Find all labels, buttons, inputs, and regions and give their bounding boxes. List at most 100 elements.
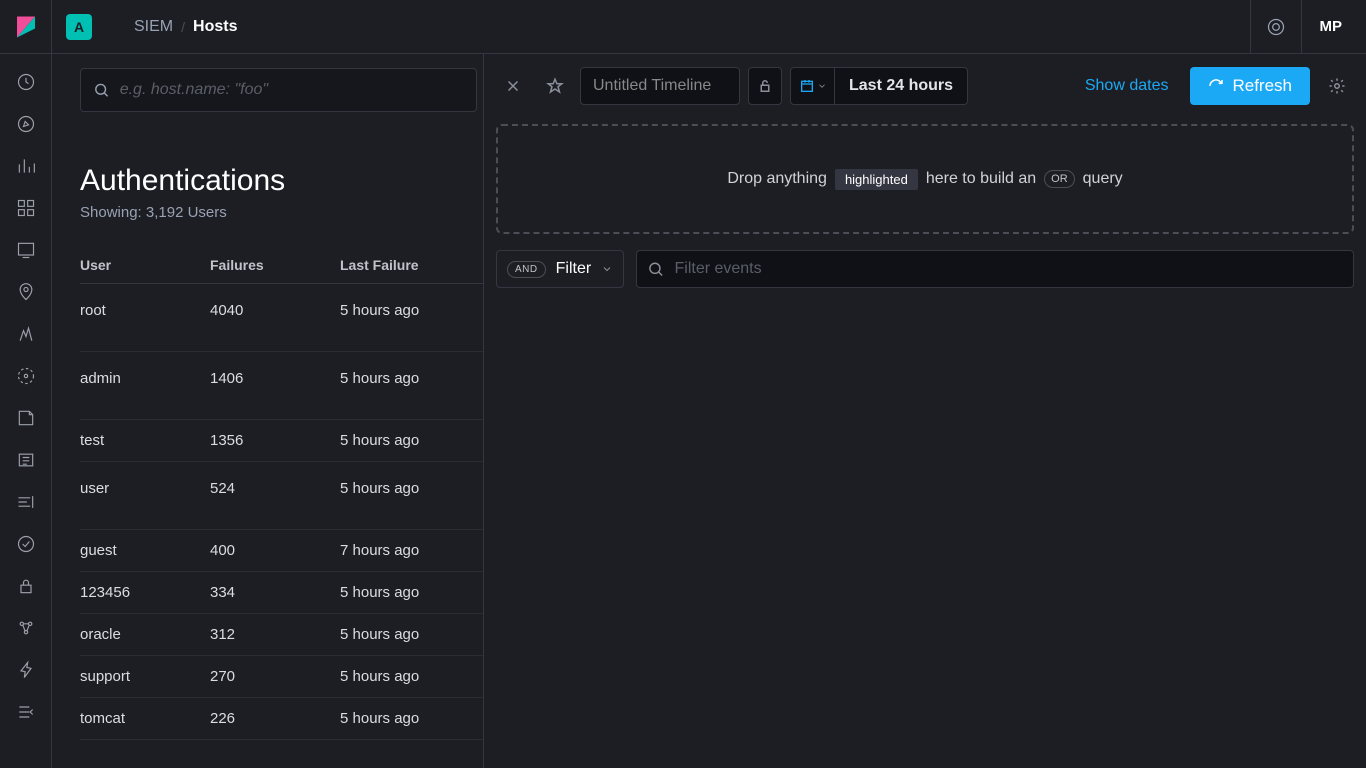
- cell-last_failure: 5 hours ago: [340, 420, 483, 462]
- events-search-input[interactable]: [674, 260, 1343, 278]
- section-subtitle: Showing: 3,192 Users: [80, 204, 483, 221]
- cell-failures: 1356: [210, 420, 340, 462]
- table-row[interactable]: root40405 hours ago: [80, 284, 483, 352]
- rail-siem-icon[interactable]: [8, 526, 44, 562]
- kql-search-input[interactable]: [120, 81, 464, 99]
- col-last-failure[interactable]: Last Failure: [340, 249, 483, 284]
- rail-logs-icon[interactable]: [8, 400, 44, 436]
- user-menu[interactable]: MP: [1302, 18, 1353, 35]
- cell-user: user: [80, 462, 210, 530]
- cell-last_failure: 5 hours ago: [340, 352, 483, 420]
- table-row[interactable]: tomcat2265 hours ago: [80, 698, 483, 740]
- rail-apm-icon[interactable]: [8, 442, 44, 478]
- date-range-label: Last 24 hours: [835, 77, 967, 95]
- cell-last_failure: 7 hours ago: [340, 530, 483, 572]
- cell-failures: 312: [210, 614, 340, 656]
- kibana-logo[interactable]: [0, 0, 52, 53]
- cell-user: oracle: [80, 614, 210, 656]
- cell-user: root: [80, 284, 210, 352]
- rail-devtools-icon[interactable]: [8, 652, 44, 688]
- table-row[interactable]: admin14065 hours ago: [80, 352, 483, 420]
- col-user[interactable]: User: [80, 249, 210, 284]
- timeline-header: Last 24 hours Show dates Refresh: [496, 64, 1354, 108]
- timeline-title-input[interactable]: [580, 67, 740, 105]
- chevron-down-icon: [817, 81, 827, 91]
- kql-search[interactable]: [80, 68, 477, 112]
- rail-infrastructure-icon[interactable]: [8, 358, 44, 394]
- cell-failures: 226: [210, 698, 340, 740]
- cell-user: 123456: [80, 572, 210, 614]
- cell-failures: 1406: [210, 352, 340, 420]
- section-title: Authentications: [80, 164, 483, 198]
- table-row[interactable]: user5245 hours ago: [80, 462, 483, 530]
- cell-failures: 270: [210, 656, 340, 698]
- rail-maps-icon[interactable]: [8, 274, 44, 310]
- show-dates-link[interactable]: Show dates: [1071, 77, 1183, 95]
- nav-rail: [0, 54, 52, 768]
- rail-discover-icon[interactable]: [8, 106, 44, 142]
- rail-uptime-icon[interactable]: [8, 484, 44, 520]
- filter-bar: AND Filter: [496, 248, 1354, 290]
- calendar-icon: [799, 78, 815, 94]
- dropzone-highlighted-pill: highlighted: [835, 169, 918, 190]
- cell-last_failure: 5 hours ago: [340, 284, 483, 352]
- cell-user: guest: [80, 530, 210, 572]
- cell-failures: 334: [210, 572, 340, 614]
- table-row[interactable]: guest4007 hours ago: [80, 530, 483, 572]
- date-picker[interactable]: Last 24 hours: [790, 67, 968, 105]
- breadcrumb-siem[interactable]: SIEM: [126, 18, 181, 36]
- dropzone-text-post: query: [1083, 170, 1123, 188]
- cell-failures: 4040: [210, 284, 340, 352]
- rail-security-icon[interactable]: [8, 568, 44, 604]
- search-icon: [93, 81, 110, 99]
- and-filter-dropdown[interactable]: AND Filter: [496, 250, 624, 288]
- dropzone-text-pre: Drop anything: [727, 170, 827, 188]
- refresh-icon: [1208, 78, 1224, 94]
- query-dropzone[interactable]: Drop anything highlighted here to build …: [496, 124, 1354, 234]
- cell-last_failure: 5 hours ago: [340, 572, 483, 614]
- table-row[interactable]: oracle3125 hours ago: [80, 614, 483, 656]
- lock-icon[interactable]: [748, 67, 782, 105]
- refresh-button[interactable]: Refresh: [1190, 67, 1310, 105]
- rail-visualize-icon[interactable]: [8, 148, 44, 184]
- cell-last_failure: 5 hours ago: [340, 614, 483, 656]
- rail-dashboard-icon[interactable]: [8, 190, 44, 226]
- rail-recent-icon[interactable]: [8, 64, 44, 100]
- timeline-settings-icon[interactable]: [1320, 69, 1354, 103]
- timeline-pane: Last 24 hours Show dates Refresh Drop an…: [484, 54, 1366, 768]
- cell-failures: 400: [210, 530, 340, 572]
- close-timeline-button[interactable]: [496, 69, 530, 103]
- hosts-pane: Authentications Showing: 3,192 Users Use…: [52, 54, 484, 768]
- and-chip: AND: [507, 261, 546, 278]
- cell-last_failure: 5 hours ago: [340, 462, 483, 530]
- chevron-down-icon: [601, 263, 613, 275]
- rail-canvas-icon[interactable]: [8, 232, 44, 268]
- cell-user: admin: [80, 352, 210, 420]
- search-icon: [647, 260, 664, 278]
- cell-last_failure: 5 hours ago: [340, 656, 483, 698]
- auth-table: User Failures Last Failure root40405 hou…: [80, 249, 483, 740]
- space-badge[interactable]: A: [66, 14, 92, 40]
- favorite-star-icon[interactable]: [538, 69, 572, 103]
- breadcrumb-hosts[interactable]: Hosts: [185, 18, 245, 36]
- rail-ml-icon[interactable]: [8, 316, 44, 352]
- newsfeed-icon[interactable]: [1250, 0, 1302, 53]
- refresh-label: Refresh: [1232, 76, 1292, 96]
- cell-user: support: [80, 656, 210, 698]
- rail-graph-icon[interactable]: [8, 610, 44, 646]
- filter-label: Filter: [556, 260, 592, 278]
- col-failures[interactable]: Failures: [210, 249, 340, 284]
- rail-collapse-icon[interactable]: [8, 694, 44, 730]
- cell-failures: 524: [210, 462, 340, 530]
- table-row[interactable]: support2705 hours ago: [80, 656, 483, 698]
- topbar: A SIEM / Hosts MP: [0, 0, 1366, 54]
- dropzone-or-pill: OR: [1044, 170, 1075, 188]
- table-row[interactable]: test13565 hours ago: [80, 420, 483, 462]
- cell-user: test: [80, 420, 210, 462]
- events-search[interactable]: [636, 250, 1354, 288]
- table-row[interactable]: 1234563345 hours ago: [80, 572, 483, 614]
- dropzone-text-mid: here to build an: [926, 170, 1036, 188]
- workspace: Authentications Showing: 3,192 Users Use…: [52, 54, 1366, 768]
- cell-user: tomcat: [80, 698, 210, 740]
- cell-last_failure: 5 hours ago: [340, 698, 483, 740]
